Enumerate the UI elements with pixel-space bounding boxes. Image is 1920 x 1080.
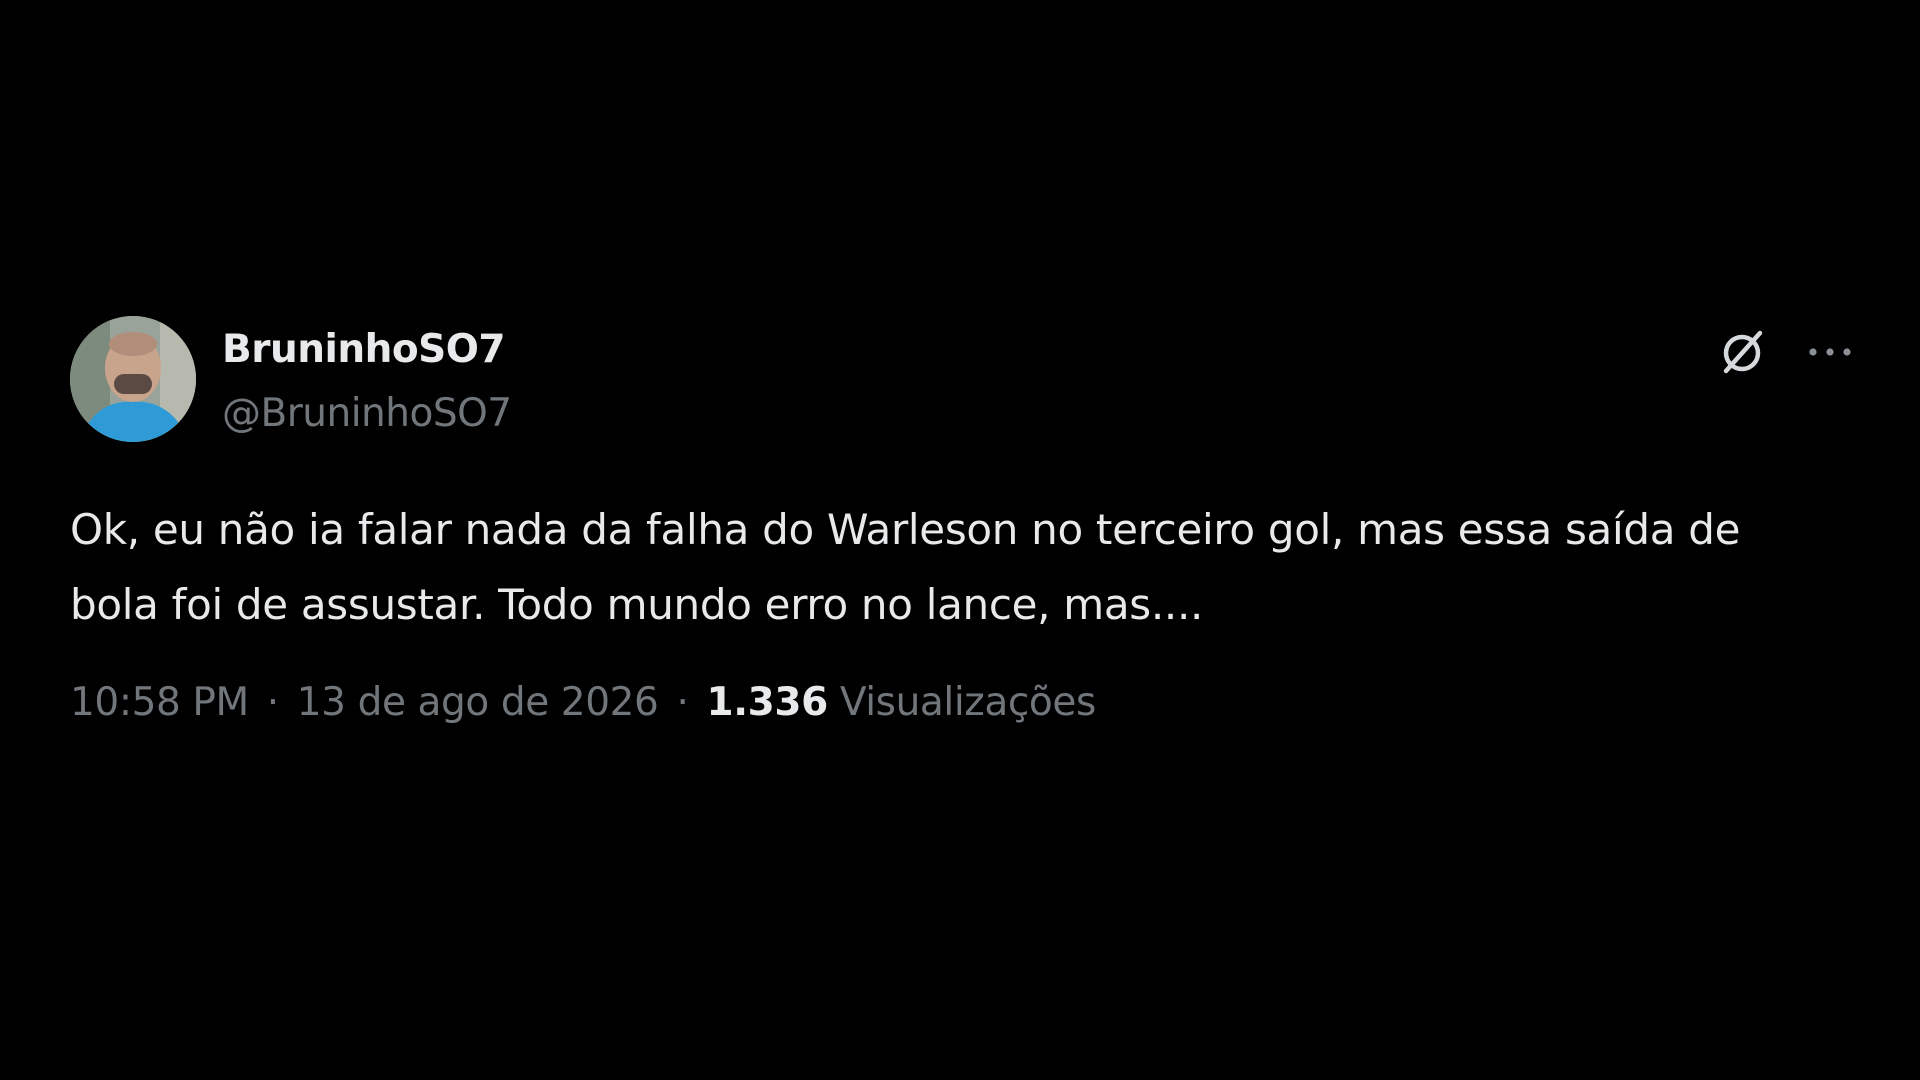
- more-options-icon: [1809, 348, 1851, 356]
- grok-button[interactable]: [1712, 322, 1772, 382]
- meta-separator: ·: [676, 680, 689, 725]
- meta-separator: ·: [266, 680, 279, 725]
- tweet-date[interactable]: 13 de ago de 2026: [297, 680, 659, 725]
- more-options-button[interactable]: [1800, 322, 1860, 382]
- views-count: 1.336: [706, 680, 828, 725]
- tweet-header: BruninhoSO7 @BruninhoSO7: [70, 316, 1860, 446]
- grok-icon: [1723, 330, 1763, 374]
- display-name[interactable]: BruninhoSO7: [222, 326, 512, 374]
- tweet-time[interactable]: 10:58 PM: [70, 680, 249, 725]
- tweet-meta: 10:58 PM · 13 de ago de 2026 · 1.336 Vis…: [70, 680, 1860, 725]
- views-label: Visualizações: [839, 680, 1096, 725]
- avatar[interactable]: [70, 316, 196, 442]
- avatar-image: [70, 316, 196, 442]
- user-handle[interactable]: @BruninhoSO7: [222, 390, 512, 438]
- tweet-card: BruninhoSO7 @BruninhoSO7 Ok, eu não ia f…: [70, 316, 1860, 725]
- tweet-actions: [1712, 322, 1860, 382]
- author-names: BruninhoSO7 @BruninhoSO7: [222, 326, 512, 438]
- tweet-text: Ok, eu não ia falar nada da falha do War…: [70, 505, 1741, 629]
